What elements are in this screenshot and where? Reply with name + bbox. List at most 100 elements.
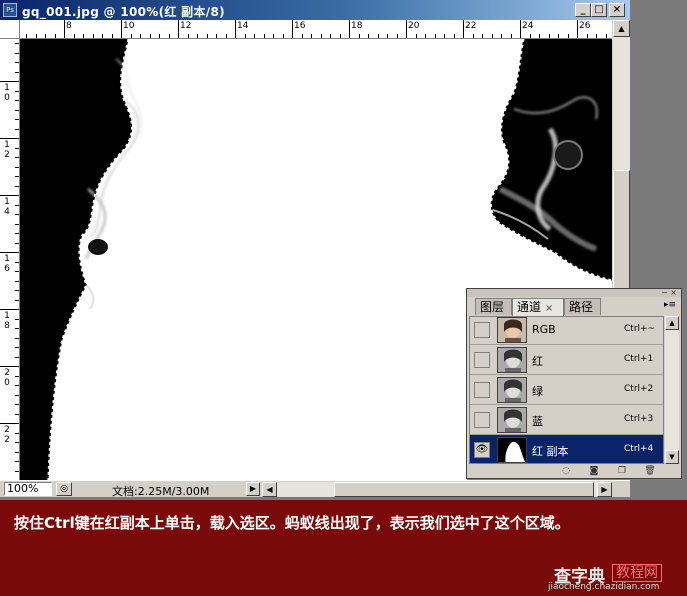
screen: Ps gq_001.jpg @ 100%(红 副本/8) _ □ × 8 10 12… — [0, 0, 687, 596]
tutorial-caption: 按住Ctrl键在红副本上单击，载入选区。蚂蚁线出现了，表示我们选中了这个区域。 … — [0, 500, 687, 596]
ruler-tick — [15, 262, 19, 263]
panel-drag-handle[interactable]: − × — [467, 288, 681, 297]
panel-footer: ◌ ◙ ❐ 🗑 — [467, 464, 681, 478]
horizontal-scrollbar[interactable]: ◀ ▶ — [262, 482, 612, 497]
horizontal-ruler[interactable]: 8 10 12 14 16 18 20 22 24 26 — [20, 20, 612, 39]
channel-shortcut: Ctrl+1 — [624, 354, 654, 364]
ruler-tick — [245, 34, 246, 38]
ruler-tick — [15, 404, 19, 405]
ruler-h-label: 26 — [579, 21, 591, 31]
ruler-tick — [15, 233, 19, 234]
ruler-tick — [74, 34, 75, 38]
ruler-tick — [349, 20, 350, 38]
ruler-tick — [15, 110, 19, 111]
ruler-h-label: 24 — [522, 21, 534, 31]
ruler-tick — [15, 442, 19, 443]
ruler-tick — [587, 34, 588, 38]
ruler-tick — [520, 20, 521, 38]
zoom-level-field[interactable]: 100% — [4, 482, 52, 496]
channel-row[interactable]: 👁 红 副本 Ctrl+4 — [470, 435, 663, 463]
panel-window-buttons-icon[interactable]: − × — [661, 288, 677, 297]
scroll-left-arrow-icon[interactable]: ◀ — [262, 482, 277, 497]
ruler-tick — [15, 471, 19, 472]
visibility-toggle[interactable] — [474, 382, 490, 398]
ruler-v-label: 1 6 — [4, 254, 10, 274]
ruler-tick — [368, 34, 369, 38]
ruler-tick — [454, 34, 455, 38]
ruler-tick — [15, 290, 19, 291]
ruler-tick — [15, 214, 19, 215]
ruler-tick — [0, 138, 19, 139]
channel-shortcut: Ctrl+~ — [624, 324, 656, 334]
ruler-tick — [15, 300, 19, 301]
ruler-tick — [197, 34, 198, 38]
caption-text: 按住Ctrl键在红副本上单击，载入选区。蚂蚁线出现了，表示我们选中了这个区域。 — [14, 514, 570, 532]
vertical-ruler[interactable]: 1 0 1 2 1 4 1 6 1 8 2 0 2 2 — [0, 39, 20, 480]
ruler-tick — [15, 395, 19, 396]
channel-row[interactable]: 绿 Ctrl+2 — [470, 375, 663, 405]
channel-shortcut: Ctrl+3 — [624, 414, 654, 424]
ruler-tick — [444, 34, 445, 38]
channel-row[interactable]: RGB Ctrl+~ — [470, 317, 663, 345]
scroll-up-arrow-icon[interactable]: ▲ — [665, 316, 679, 330]
ruler-tick — [435, 34, 436, 38]
title-bar[interactable]: Ps gq_001.jpg @ 100%(红 副本/8) _ □ × — [0, 0, 630, 20]
close-button[interactable]: × — [609, 3, 625, 17]
scroll-down-arrow-icon[interactable]: ▼ — [665, 450, 679, 464]
maximize-button[interactable]: □ — [591, 3, 607, 17]
ruler-tick — [93, 34, 94, 38]
status-info-icon[interactable]: ◎ — [56, 482, 72, 496]
ruler-origin[interactable] — [0, 20, 20, 39]
scroll-right-arrow-icon[interactable]: ▶ — [597, 482, 612, 497]
ruler-tick — [131, 34, 132, 38]
channel-row[interactable]: 蓝 Ctrl+3 — [470, 405, 663, 435]
trash-icon[interactable]: 🗑 — [643, 465, 657, 477]
status-menu-arrow-icon[interactable]: ▶ — [246, 482, 260, 496]
ruler-tick — [425, 34, 426, 38]
channel-name: 红 — [532, 355, 543, 368]
tab-close-icon[interactable]: × — [545, 303, 553, 314]
ruler-v-label: 1 8 — [4, 311, 10, 331]
ruler-tick — [15, 186, 19, 187]
ruler-tick — [64, 20, 65, 38]
ruler-tick — [15, 271, 19, 272]
load-selection-icon[interactable]: ◌ — [559, 465, 573, 477]
tab-channels[interactable]: 通道 × — [512, 298, 564, 316]
save-selection-icon[interactable]: ◙ — [587, 465, 601, 477]
ruler-tick — [0, 309, 19, 310]
watermark-tag: 教程网 — [612, 564, 662, 582]
new-channel-icon[interactable]: ❐ — [615, 465, 629, 477]
ruler-tick — [577, 20, 578, 38]
ruler-tick — [0, 423, 19, 424]
status-bar: 100% ◎ 文档:2.25M/3.00M ▶ ◀ ▶ — [0, 480, 630, 498]
ruler-tick — [539, 34, 540, 38]
ruler-tick — [283, 34, 284, 38]
visibility-toggle[interactable] — [474, 412, 490, 428]
ruler-tick — [321, 34, 322, 38]
eye-icon[interactable]: 👁 — [474, 442, 490, 458]
channel-row[interactable]: 红 Ctrl+1 — [470, 345, 663, 375]
visibility-toggle[interactable] — [474, 352, 490, 368]
horizontal-scroll-thumb[interactable] — [334, 482, 594, 497]
panel-scrollbar[interactable]: ▲ ▼ — [665, 316, 679, 464]
ruler-tick — [169, 34, 170, 38]
ruler-tick — [482, 34, 483, 38]
ruler-tick — [0, 195, 19, 196]
ruler-h-label: 18 — [351, 21, 363, 31]
ruler-tick — [501, 34, 502, 38]
ruler-v-label: 2 2 — [4, 425, 10, 445]
ruler-tick — [292, 20, 293, 38]
panel-menu-icon[interactable]: ▸≡ — [663, 300, 677, 312]
scroll-up-arrow-icon[interactable]: ▲ — [613, 20, 630, 37]
ruler-tick — [207, 34, 208, 38]
ruler-tick — [15, 319, 19, 320]
minimize-button[interactable]: _ — [575, 3, 591, 17]
ruler-tick — [15, 281, 19, 282]
window-title: gq_001.jpg @ 100%(红 副本/8) — [22, 5, 225, 19]
ruler-tick — [15, 243, 19, 244]
tab-layers[interactable]: 图层 — [475, 298, 512, 315]
ruler-tick — [55, 34, 56, 38]
tab-paths[interactable]: 路径 — [564, 298, 601, 315]
visibility-toggle[interactable] — [474, 322, 490, 338]
channel-name: RGB — [532, 323, 556, 336]
